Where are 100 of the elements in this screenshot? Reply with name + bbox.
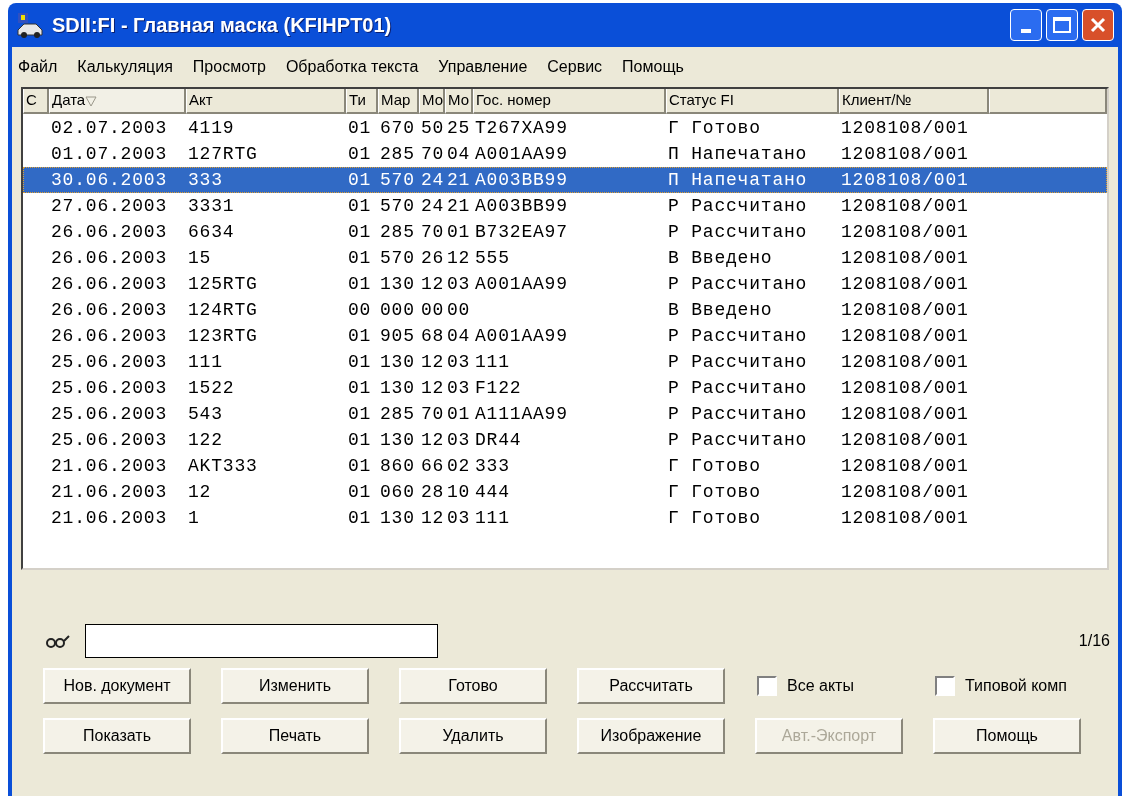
action-button[interactable]: Показать	[43, 718, 191, 754]
column-header[interactable]: Мо	[445, 89, 473, 114]
table-row[interactable]: 26.06.2003 6634 01 285 70 01 B732EA97 Р Рассчитано 1208108/001	[23, 219, 1107, 245]
column-header[interactable]: Статус FI	[666, 89, 839, 114]
table-cell: 21.06.2003	[51, 507, 168, 528]
table-cell: Р Рассчитано	[668, 377, 808, 398]
table-cell: 26.06.2003	[51, 299, 168, 320]
table-cell: 01	[348, 143, 372, 164]
table-cell: П Напечатано	[668, 143, 808, 164]
table-cell: 25.06.2003	[51, 403, 168, 424]
table-cell: 21.06.2003	[51, 455, 168, 476]
action-button[interactable]: Рассчитать	[577, 668, 725, 704]
table-cell: 1208108/001	[841, 507, 969, 528]
table-cell: 060	[380, 481, 415, 502]
table-cell: 27.06.2003	[51, 195, 168, 216]
table-cell: 543	[188, 403, 223, 424]
action-button[interactable]: Изменить	[221, 668, 369, 704]
table-cell: В Введено	[668, 299, 773, 320]
table-cell: 3331	[188, 195, 235, 216]
column-header[interactable]: Мо	[419, 89, 445, 114]
menu-item[interactable]: Помощь	[622, 55, 684, 79]
table-cell: 1208108/001	[841, 455, 969, 476]
table-cell: 1208108/001	[841, 169, 969, 190]
table-cell: B732EA97	[475, 221, 568, 242]
action-button[interactable]: Печать	[221, 718, 369, 754]
table-cell: 01	[348, 325, 372, 346]
table-cell: П Напечатано	[668, 169, 808, 190]
checkbox[interactable]	[935, 676, 955, 696]
table-cell: Р Рассчитано	[668, 195, 808, 216]
table-cell: 26.06.2003	[51, 273, 168, 294]
table-row[interactable]: 25.06.2003 543 01 285 70 01 A111AA99 Р Рассчитано 1208108/001	[23, 401, 1107, 427]
table-row[interactable]: 01.07.2003 127RTG 01 285 70 04 A001AA99 П Напечатано 1208108/001	[23, 141, 1107, 167]
column-header[interactable]: Мар	[378, 89, 419, 114]
table-cell: 12	[447, 247, 471, 268]
column-header[interactable]: Ти	[346, 89, 378, 114]
column-header[interactable]: С	[23, 89, 49, 114]
table-row[interactable]: 26.06.2003 124RTG 00 000 00 00 В Введено 1208108/001	[23, 297, 1107, 323]
menu-item[interactable]: Просмотр	[192, 55, 266, 79]
table-cell: Р Рассчитано	[668, 273, 808, 294]
table-row[interactable]: 21.06.2003 AKT333 01 860 66 02 333 Г Готово 1208108/001	[23, 453, 1107, 479]
table-cell: F122	[475, 377, 522, 398]
table-row[interactable]: 26.06.2003 125RTG 01 130 12 03 A001AA99 Р Рассчитано 1208108/001	[23, 271, 1107, 297]
table-cell: A003BB99	[475, 195, 568, 216]
table-row[interactable]: 25.06.2003 111 01 130 12 03 111 Р Рассчитано 1208108/001	[23, 349, 1107, 375]
table-cell: 1208108/001	[841, 351, 969, 372]
close-button[interactable]	[1082, 9, 1114, 41]
column-header[interactable]: Акт	[186, 89, 346, 114]
search-field[interactable]	[85, 624, 438, 658]
table-cell: 26.06.2003	[51, 247, 168, 268]
menu-item[interactable]: Обработка текста	[285, 55, 419, 79]
table-cell: 03	[447, 351, 471, 372]
table-cell: 333	[188, 169, 223, 190]
sort-icon	[85, 94, 98, 107]
table-cell: 66	[421, 455, 445, 476]
table-cell: 1208108/001	[841, 403, 969, 424]
table-cell: 130	[380, 377, 415, 398]
table-row[interactable]: 25.06.2003 1522 01 130 12 03 F122 Р Рассчитано 1208108/001	[23, 375, 1107, 401]
action-button[interactable]: Изображение	[577, 718, 725, 754]
table-cell: 10	[447, 481, 471, 502]
menu-item[interactable]: Сервис	[547, 55, 603, 79]
table-cell: 125RTG	[188, 273, 258, 294]
menu-item[interactable]: Калькуляция	[77, 55, 173, 79]
table-row[interactable]: 27.06.2003 3331 01 570 24 21 A003BB99 Р Рассчитано 1208108/001	[23, 193, 1107, 219]
maximize-button[interactable]	[1046, 9, 1078, 41]
column-header[interactable]: Клиент/№	[839, 89, 989, 114]
table-cell: 01	[348, 221, 372, 242]
table-row[interactable]: 25.06.2003 122 01 130 12 03 DR44 Р Рассчитано 1208108/001	[23, 427, 1107, 453]
table-cell: 860	[380, 455, 415, 476]
checkbox-label: Типовой комп	[965, 676, 1067, 696]
table-cell: 01	[348, 351, 372, 372]
table-cell: 1208108/001	[841, 195, 969, 216]
minimize-button[interactable]	[1010, 9, 1042, 41]
action-button[interactable]: Нов. документ	[43, 668, 191, 704]
table-cell: 570	[380, 169, 415, 190]
table-cell: 24	[421, 169, 445, 190]
table-row[interactable]: 21.06.2003 1 01 130 12 03 111 Г Готово 1208108/001	[23, 505, 1107, 531]
action-button[interactable]: Помощь	[933, 718, 1081, 754]
table-cell: 1208108/001	[841, 143, 969, 164]
maximize-icon	[1053, 17, 1071, 33]
table-cell: 1208108/001	[841, 429, 969, 450]
table-cell: 1208108/001	[841, 117, 969, 138]
table-cell: 70	[421, 403, 445, 424]
table-row[interactable]: 30.06.2003 333 01 570 24 21 A003BB99 П Напечатано 1208108/001	[23, 167, 1107, 193]
menu-item[interactable]: Управление	[438, 55, 528, 79]
column-header[interactable]: Гос. номер	[473, 89, 666, 114]
action-button[interactable]: Удалить	[399, 718, 547, 754]
menu-item[interactable]: Файл	[18, 55, 58, 79]
table-cell: 68	[421, 325, 445, 346]
column-header[interactable]: Дата	[49, 89, 186, 114]
table-cell: A001AA99	[475, 143, 568, 164]
action-button[interactable]: Готово	[399, 668, 547, 704]
table-cell: A001AA99	[475, 273, 568, 294]
table-row[interactable]: 26.06.2003 15 01 570 26 12 555 В Введено 1208108/001	[23, 245, 1107, 271]
table-row[interactable]: 02.07.2003 4119 01 670 50 25 T267XA99 Г Готово 1208108/001	[23, 115, 1107, 141]
table-row[interactable]: 26.06.2003 123RTG 01 905 68 04 A001AA99 Р Рассчитано 1208108/001	[23, 323, 1107, 349]
table-row[interactable]: 21.06.2003 12 01 060 28 10 444 Г Готово 1208108/001	[23, 479, 1107, 505]
table-cell: A001AA99	[475, 325, 568, 346]
checkbox[interactable]	[757, 676, 777, 696]
table-cell: 1208108/001	[841, 299, 969, 320]
table-cell: 1	[188, 507, 200, 528]
